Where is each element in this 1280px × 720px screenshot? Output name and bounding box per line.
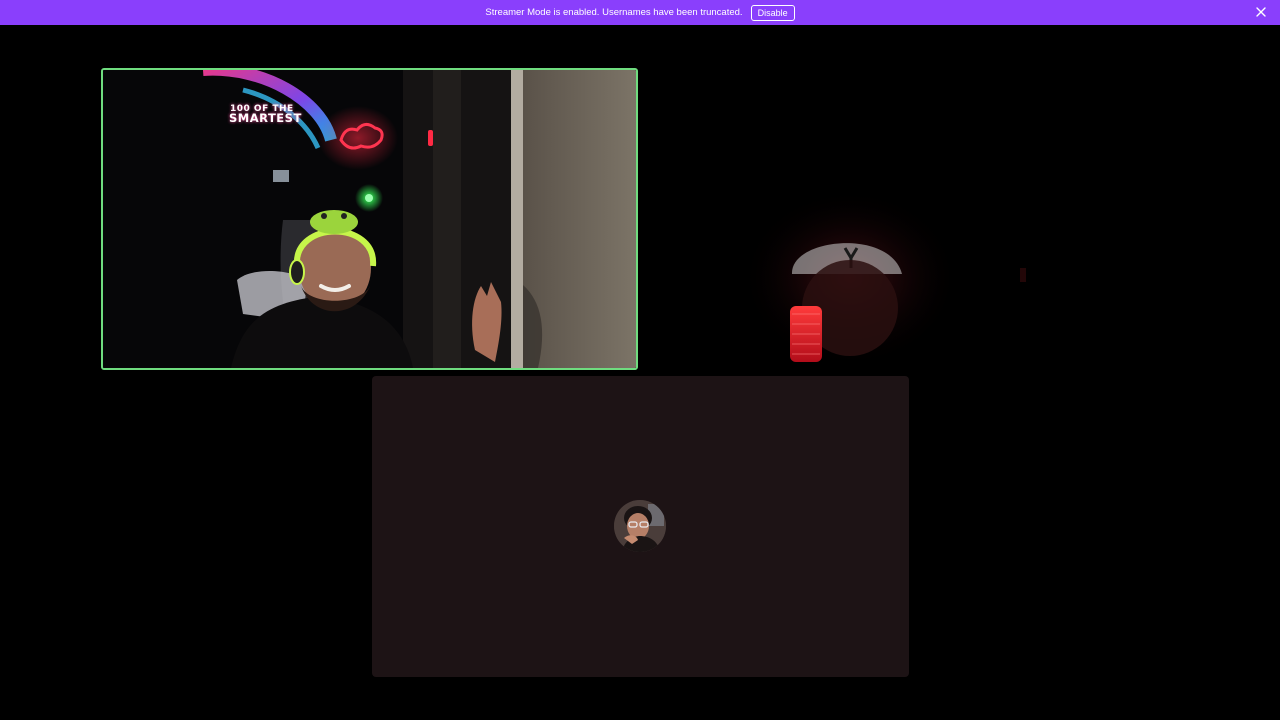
streamer-mode-message: Streamer Mode is enabled. Usernames have… xyxy=(485,7,743,18)
disable-streamer-mode-button[interactable]: Disable xyxy=(750,4,795,21)
user-avatar[interactable] xyxy=(614,500,666,552)
video-stream xyxy=(640,68,1176,370)
video-tile-speaking[interactable]: 100 OF THE SMARTEST xyxy=(101,68,638,370)
stream-overlay-line2: SMARTEST xyxy=(229,111,302,125)
voice-call-window: Streamer Mode is enabled. Usernames have… xyxy=(0,0,1280,720)
video-tile-avatar[interactable] xyxy=(372,376,909,677)
video-tile-participant[interactable] xyxy=(640,68,1176,370)
streamer-mode-banner: Streamer Mode is enabled. Usernames have… xyxy=(0,0,1280,25)
video-stream xyxy=(103,70,636,368)
close-icon[interactable] xyxy=(1254,5,1268,19)
